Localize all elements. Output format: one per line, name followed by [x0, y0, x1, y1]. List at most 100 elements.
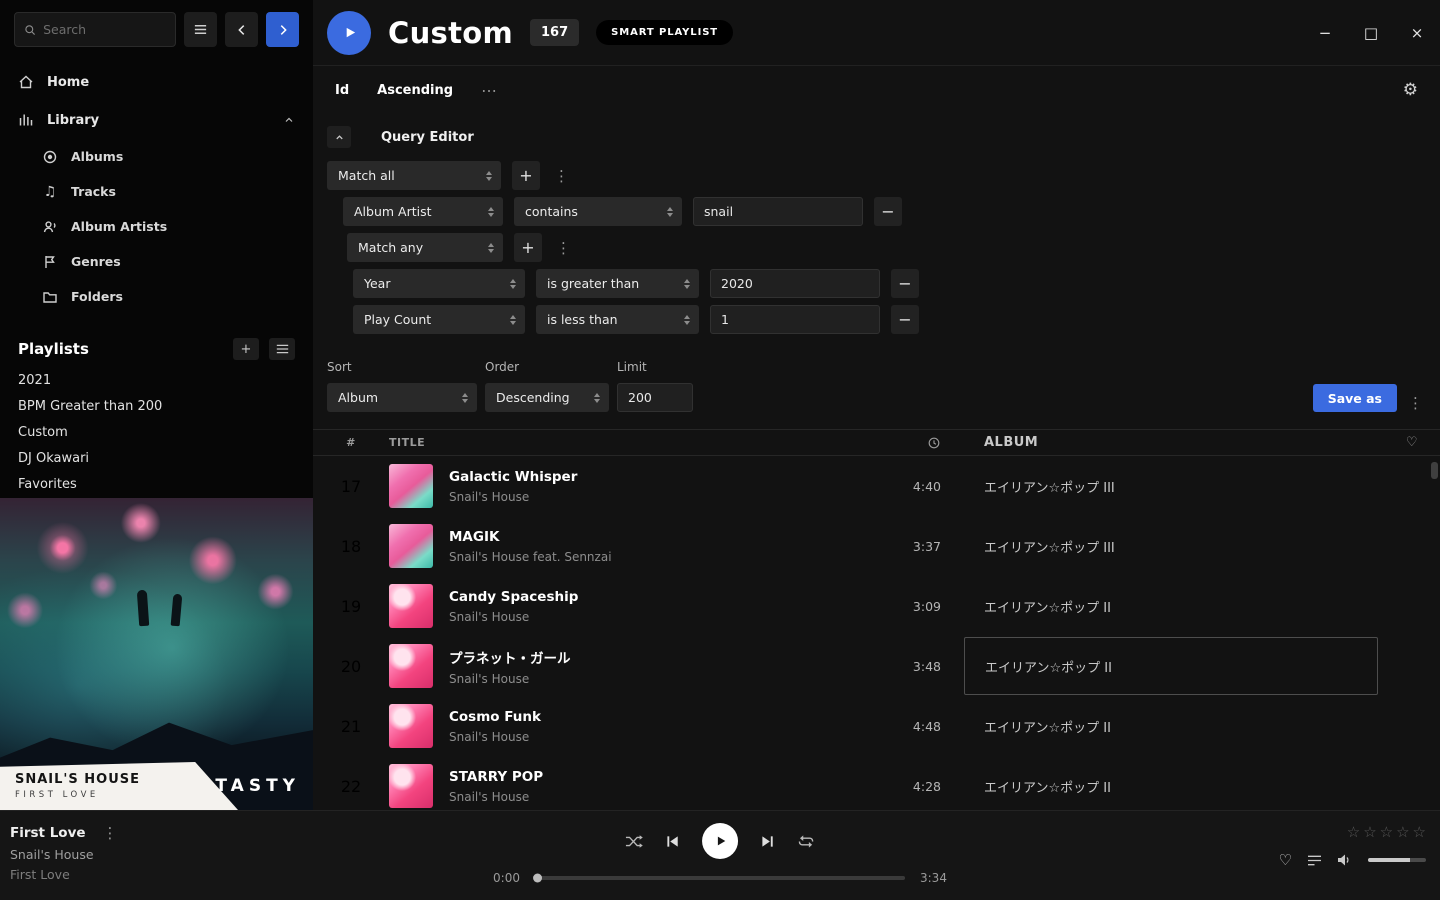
track-artist[interactable]: Snail's House [449, 610, 871, 624]
sidebar-item-home[interactable]: Home [0, 63, 313, 101]
repeat-button[interactable] [797, 834, 815, 849]
track-album[interactable]: エイリアン☆ポップ II [984, 781, 1111, 796]
kebab-menu-icon[interactable]: ⋮ [551, 167, 572, 185]
play-pause-button[interactable] [702, 823, 738, 859]
sidebar-item-tracks[interactable]: ♫ Tracks [0, 174, 313, 209]
column-album[interactable]: ALBUM [984, 435, 1384, 450]
track-album[interactable]: エイリアン☆ポップ II [984, 721, 1111, 736]
track-album[interactable]: エイリアン☆ポップ II [984, 601, 1111, 616]
track-title[interactable]: Cosmo Funk [449, 709, 871, 725]
seek-knob[interactable] [533, 874, 542, 883]
add-rule-button[interactable]: + [514, 233, 542, 262]
rule-value-input[interactable] [693, 197, 863, 226]
track-artist[interactable]: Snail's House [449, 790, 871, 804]
scrollbar-thumb[interactable] [1431, 462, 1438, 479]
now-playing-album[interactable]: First Love [10, 867, 121, 882]
track-title[interactable]: Galactic Whisper [449, 469, 871, 485]
track-artist[interactable]: Snail's House [449, 672, 871, 686]
gear-icon[interactable]: ⚙ [1403, 80, 1418, 100]
playlist-item-favorites[interactable]: Favorites [0, 472, 313, 498]
save-as-button[interactable]: Save as [1313, 384, 1397, 412]
table-row[interactable]: 21 Cosmo Funk Snail's House 4:48 エイリアン☆ポ… [313, 696, 1440, 756]
seek-bar[interactable] [535, 876, 905, 880]
playlist-item-dj-okawari[interactable]: DJ Okawari [0, 446, 313, 472]
now-playing-artist[interactable]: Snail's House [10, 847, 121, 862]
track-album[interactable]: エイリアン☆ポップ III [984, 481, 1115, 496]
track-title[interactable]: STARRY POP [449, 769, 871, 785]
column-title[interactable]: TITLE [389, 436, 871, 449]
forward-button[interactable] [266, 12, 299, 47]
search-input[interactable] [43, 22, 166, 37]
match-any-select[interactable]: Match any [347, 233, 503, 262]
previous-button[interactable] [665, 834, 680, 849]
track-album[interactable]: エイリアン☆ポップ III [984, 541, 1115, 556]
volume-button[interactable] [1337, 853, 1353, 867]
table-row[interactable]: 19 Candy Spaceship Snail's House 3:09 エイ… [313, 576, 1440, 636]
maximize-button[interactable]: □ [1362, 24, 1380, 42]
track-artist[interactable]: Snail's House [449, 490, 871, 504]
column-number[interactable]: # [313, 436, 389, 449]
rule-field-select[interactable]: Year [353, 269, 525, 298]
sort-field-button[interactable]: Id [335, 83, 349, 98]
sort-order-button[interactable]: Ascending [377, 83, 453, 98]
rule-operator-select[interactable]: is greater than [536, 269, 699, 298]
more-options-icon[interactable]: ⋯ [481, 81, 497, 100]
remove-rule-button[interactable]: − [874, 197, 902, 226]
track-title[interactable]: MAGIK [449, 529, 871, 545]
queue-button[interactable] [1307, 854, 1322, 867]
star-icon[interactable]: ☆ [1413, 823, 1426, 841]
playlist-list-button[interactable] [269, 338, 295, 360]
back-button[interactable] [225, 12, 258, 47]
track-album[interactable]: エイリアン☆ポップ II [985, 657, 1112, 676]
kebab-menu-icon[interactable]: ⋮ [100, 824, 121, 842]
column-liked[interactable]: ♡ [1384, 435, 1440, 450]
table-row[interactable]: 17 Galactic Whisper Snail's House 4:40 エ… [313, 456, 1440, 516]
sidebar-item-album-artists[interactable]: Album Artists [0, 209, 313, 244]
table-row[interactable]: 18 MAGIK Snail's House feat. Sennzai 3:3… [313, 516, 1440, 576]
rule-field-select[interactable]: Album Artist [343, 197, 503, 226]
sidebar-item-genres[interactable]: Genres [0, 244, 313, 279]
star-icon[interactable]: ☆ [1380, 823, 1393, 841]
kebab-menu-icon[interactable]: ⋮ [553, 239, 574, 257]
rule-field-select[interactable]: Play Count [353, 305, 525, 334]
focused-album-cell[interactable]: エイリアン☆ポップ II [964, 637, 1378, 695]
rule-value-input[interactable] [710, 269, 880, 298]
play-playlist-button[interactable] [327, 11, 371, 55]
chevron-up-icon[interactable] [283, 114, 295, 126]
table-row[interactable]: 22 STARRY POP Snail's House 4:28 エイリアン☆ポ… [313, 756, 1440, 810]
star-icon[interactable]: ☆ [1347, 823, 1360, 841]
close-button[interactable]: × [1408, 24, 1426, 42]
track-artist[interactable]: Snail's House [449, 730, 871, 744]
search-box[interactable] [14, 12, 176, 47]
next-button[interactable] [760, 834, 775, 849]
add-playlist-button[interactable]: + [233, 338, 259, 360]
add-rule-button[interactable]: + [512, 161, 540, 190]
shuffle-button[interactable] [625, 834, 643, 849]
star-icon[interactable]: ☆ [1363, 823, 1376, 841]
track-title[interactable]: プラネット・ガール [449, 647, 871, 667]
playlist-item-2021[interactable]: 2021 [0, 368, 313, 394]
order-select[interactable]: Descending [485, 383, 609, 412]
track-title[interactable]: Candy Spaceship [449, 589, 871, 605]
sidebar-item-albums[interactable]: Albums [0, 139, 313, 174]
minimize-button[interactable]: − [1316, 24, 1334, 42]
heart-icon[interactable]: ♡ [1279, 851, 1292, 869]
table-row[interactable]: 20 プラネット・ガール Snail's House 3:48 エイリアン☆ポッ… [313, 636, 1440, 696]
kebab-menu-icon[interactable]: ⋮ [1405, 394, 1426, 412]
sort-select[interactable]: Album [327, 383, 477, 412]
volume-slider[interactable] [1368, 858, 1426, 862]
sidebar-item-library[interactable]: Library [0, 101, 313, 139]
match-all-select[interactable]: Match all [327, 161, 501, 190]
column-duration[interactable] [871, 436, 941, 450]
track-artist[interactable]: Snail's House feat. Sennzai [449, 550, 871, 564]
sidebar-item-folders[interactable]: Folders [0, 279, 313, 314]
rule-value-input[interactable] [710, 305, 880, 334]
now-playing-title[interactable]: First Love [10, 825, 86, 841]
menu-button[interactable] [184, 12, 217, 47]
star-icon[interactable]: ☆ [1396, 823, 1409, 841]
limit-input[interactable] [617, 383, 693, 412]
remove-rule-button[interactable]: − [891, 305, 919, 334]
playlist-item-bpm[interactable]: BPM Greater than 200 [0, 394, 313, 420]
rule-operator-select[interactable]: is less than [536, 305, 699, 334]
remove-rule-button[interactable]: − [891, 269, 919, 298]
